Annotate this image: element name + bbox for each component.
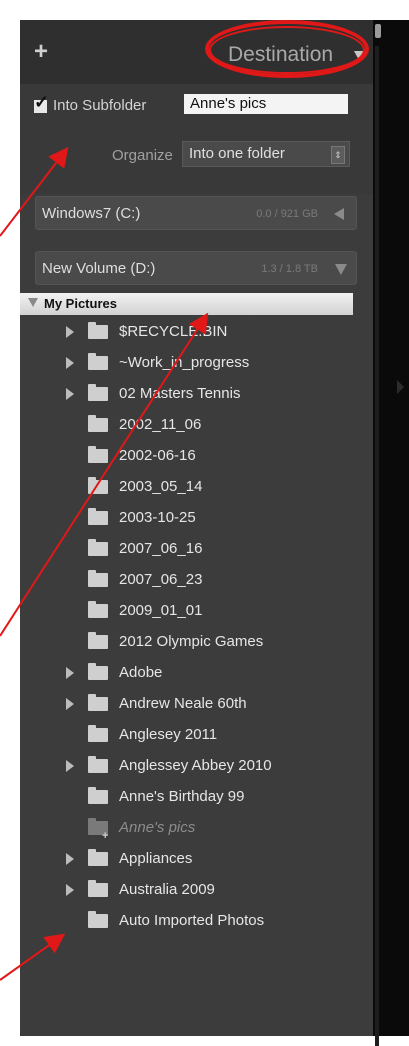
annotation-arrows	[0, 146, 209, 981]
annotation-arrow-subfolder	[0, 146, 69, 237]
annotation-arrow-new-folder	[0, 933, 66, 981]
annotation-arrow-my-pictures	[0, 312, 209, 637]
